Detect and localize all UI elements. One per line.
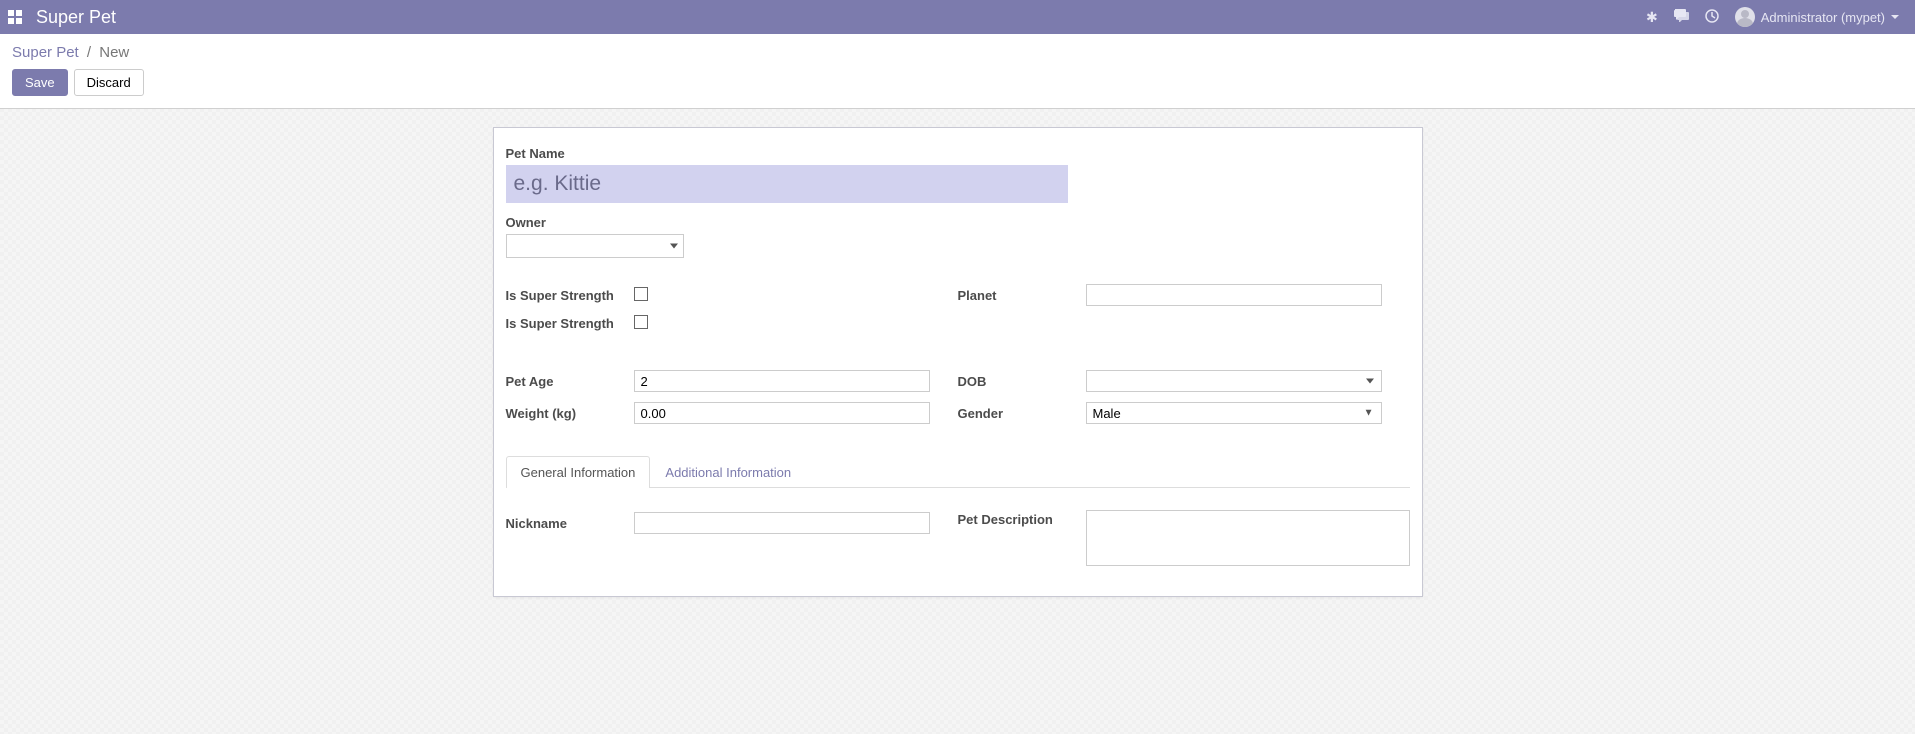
planet-input[interactable]: [1086, 284, 1382, 306]
owner-label: Owner: [506, 215, 1068, 230]
gender-select[interactable]: [1086, 402, 1382, 424]
nickname-input[interactable]: [634, 512, 930, 534]
form-sheet: Pet Name Owner Is Super Strength Is Supe…: [493, 127, 1423, 597]
gender-label: Gender: [958, 406, 1086, 421]
is-super-strength-1-label: Is Super Strength: [506, 288, 634, 303]
tab-general-information[interactable]: General Information: [506, 456, 651, 488]
user-menu[interactable]: Administrator (mypet): [1735, 7, 1899, 27]
messages-icon[interactable]: [1674, 9, 1689, 25]
top-navbar: Super Pet ✱ Administrator (mypet): [0, 0, 1915, 34]
pet-age-input[interactable]: [634, 370, 930, 392]
chevron-down-icon: [1891, 15, 1899, 19]
breadcrumb-current: New: [99, 44, 129, 61]
is-super-strength-2-label: Is Super Strength: [506, 316, 634, 331]
dob-label: DOB: [958, 374, 1086, 389]
user-label: Administrator (mypet): [1761, 10, 1885, 25]
planet-label: Planet: [958, 288, 1086, 303]
activity-icon[interactable]: [1705, 9, 1719, 26]
notebook-tabs: General Information Additional Informati…: [506, 456, 1410, 571]
pet-description-label: Pet Description: [958, 510, 1086, 527]
control-panel: Super Pet / New Save Discard: [0, 34, 1915, 109]
breadcrumb: Super Pet / New: [12, 44, 1903, 61]
is-super-strength-2-checkbox[interactable]: [634, 315, 648, 329]
pet-description-textarea[interactable]: [1086, 510, 1410, 566]
pet-name-input[interactable]: [506, 165, 1068, 203]
apps-icon[interactable]: [8, 10, 22, 24]
is-super-strength-1-checkbox[interactable]: [634, 287, 648, 301]
pet-name-label: Pet Name: [506, 146, 1068, 161]
navbar-left: Super Pet: [8, 7, 116, 28]
debug-icon[interactable]: ✱: [1646, 9, 1658, 26]
save-button[interactable]: Save: [12, 69, 68, 96]
breadcrumb-separator: /: [87, 44, 91, 61]
app-title[interactable]: Super Pet: [36, 7, 116, 28]
pet-age-label: Pet Age: [506, 374, 634, 389]
weight-label: Weight (kg): [506, 406, 634, 421]
weight-input[interactable]: [634, 402, 930, 424]
nickname-label: Nickname: [506, 516, 634, 531]
dob-input[interactable]: [1086, 370, 1382, 392]
avatar-icon: [1735, 7, 1755, 27]
breadcrumb-root[interactable]: Super Pet: [12, 44, 79, 61]
owner-input[interactable]: [506, 234, 684, 258]
sheet-background: Pet Name Owner Is Super Strength Is Supe…: [0, 109, 1915, 637]
tab-additional-information[interactable]: Additional Information: [650, 456, 806, 488]
discard-button[interactable]: Discard: [74, 69, 144, 96]
navbar-right: ✱ Administrator (mypet): [1646, 7, 1899, 27]
